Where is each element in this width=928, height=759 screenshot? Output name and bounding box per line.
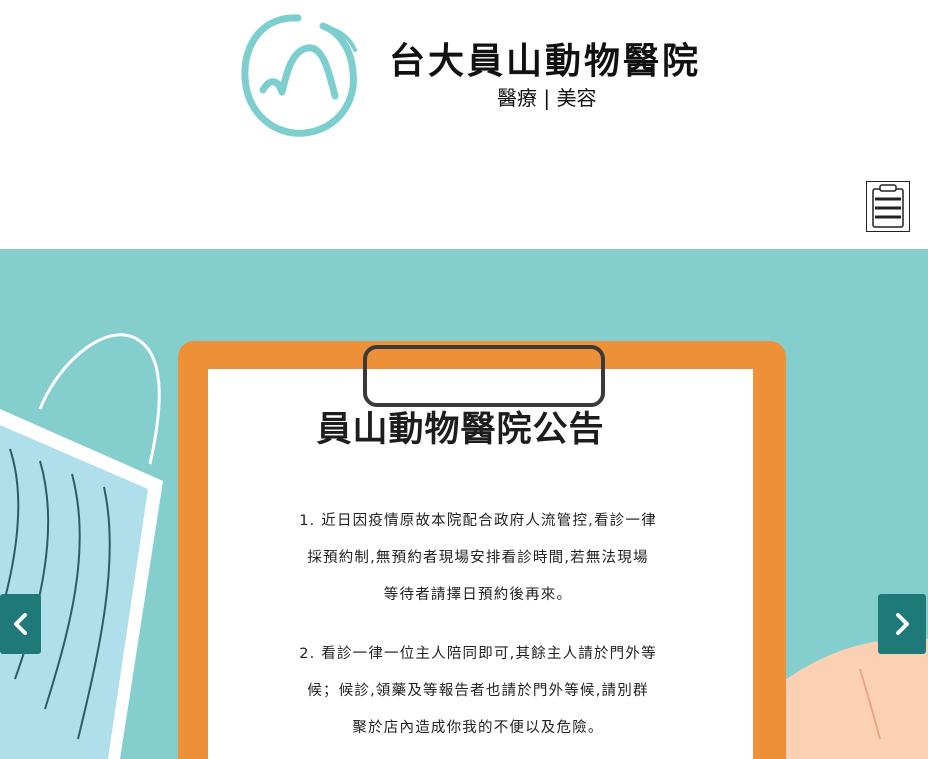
notice-line: 採預約制,無預約者現場安排看診時間,若無法現場 (307, 550, 649, 566)
notice-line: 1. 近日因疫情原故本院配合政府人流管控,看診一律 (299, 513, 657, 529)
chevron-right-icon (896, 613, 909, 635)
hero-slider: 員山動物醫院公告 1. 近日因疫情原故本院配合政府人流管控,看診一律 採預約制,… (0, 249, 928, 759)
clipboard-menu-icon (872, 184, 904, 228)
site-header: 台大員山動物醫院 醫療 | 美容 (0, 0, 928, 249)
brand-subtitle: 醫療 | 美容 (497, 86, 597, 110)
brand-name[interactable]: 台大員山動物醫院 (389, 44, 701, 80)
notice-line: 候；候診,領藥及等報告者也請於門外等候,請別群 (307, 683, 649, 699)
notice-line: 2. 看診一律一位主人陪同即可,其餘主人請於門外等 (299, 646, 657, 662)
notice-line: 等待者請擇日預約後再來。 (383, 587, 573, 603)
chevron-left-icon (13, 613, 27, 635)
next-slide-button[interactable] (878, 594, 926, 654)
notice-line: 聚於店內造成你我的不便以及危險。 (352, 720, 604, 736)
prev-slide-button[interactable] (0, 594, 41, 654)
logo-icon[interactable] (235, 12, 361, 140)
face-mask-icon (0, 409, 163, 759)
clipboard-clip (363, 345, 605, 407)
menu-button[interactable] (866, 181, 910, 232)
notice-title: 員山動物醫院公告 (316, 410, 605, 450)
